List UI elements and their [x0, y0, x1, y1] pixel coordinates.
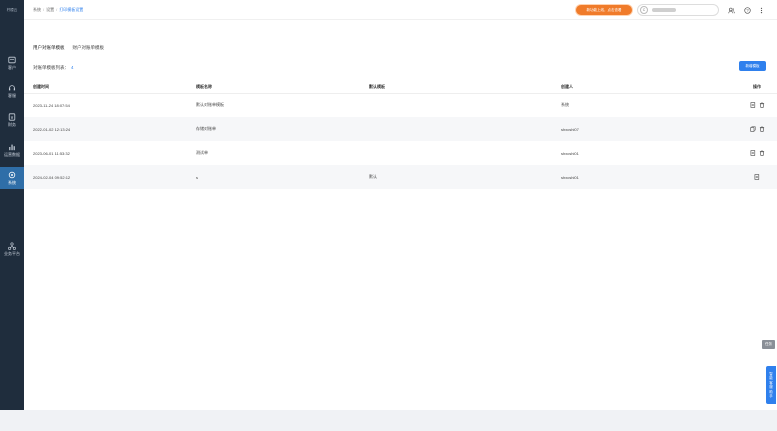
sidebar-item-label: 客服: [8, 93, 16, 98]
assistant-side-tab[interactable]: 智 能 客 服 助 手: [766, 366, 776, 404]
sidebar: 柠檬云 客户 客服 ¥ 财务 运营数据 系统 业务平台: [0, 0, 24, 410]
column-header-creator: 创建人: [561, 81, 737, 94]
column-header-created-time: 创建时间: [24, 81, 196, 94]
template-count: 对账单模板列表： 4: [33, 65, 74, 71]
sidebar-item-label: 系统: [8, 180, 16, 185]
cell-default: [369, 93, 561, 117]
app-logo[interactable]: 柠檬云: [0, 0, 24, 20]
column-header-actions: 操作: [737, 81, 777, 94]
svg-text:¥: ¥: [11, 115, 14, 120]
sidebar-item-service[interactable]: 客服: [0, 80, 24, 102]
main-panel: 系统 / 设置 / 打印模板设置 新功能上线，点击查看 C ?: [24, 0, 777, 410]
edit-icon[interactable]: [754, 174, 760, 180]
cell-default: 默认: [369, 165, 561, 189]
add-template-button[interactable]: 新增模板: [739, 61, 766, 71]
cell-template-name: 默认对账单模板: [196, 102, 224, 108]
top-bar: 系统 / 设置 / 打印模板设置 新功能上线，点击查看 C ?: [24, 0, 777, 20]
cell-created-time: 2024-02-04 09:52:12: [24, 165, 196, 189]
breadcrumb-item[interactable]: 系统: [33, 7, 41, 13]
template-tabs: 用户对账单模板 财户对账单模板: [33, 45, 112, 51]
edit-icon[interactable]: [750, 102, 756, 108]
copy-icon[interactable]: [749, 126, 756, 132]
table-row: 2024-02-04 09:52:12 s 默认 shxcshi01: [24, 165, 777, 189]
breadcrumb-separator: /: [56, 7, 58, 12]
tab-account-statement-template[interactable]: 财户对账单模板: [73, 45, 105, 51]
more-icon[interactable]: [757, 6, 765, 14]
cell-template-name: 存储对账单: [196, 117, 369, 141]
table-header-row: 创建时间 模板名称 默认模板 创建人 操作: [24, 81, 777, 94]
breadcrumb-separator: /: [43, 7, 45, 12]
customer-icon: [8, 55, 17, 64]
template-count-label: 对账单模板列表：: [33, 65, 69, 70]
account-name-redacted: [652, 8, 676, 12]
template-count-value: 4: [71, 65, 74, 70]
cell-actions: [737, 117, 777, 141]
sidebar-item-label: 财务: [8, 122, 16, 127]
sidebar-item-customer[interactable]: 客户: [0, 52, 24, 74]
column-header-default: 默认模板: [369, 81, 561, 94]
cell-default: [369, 117, 561, 141]
promo-banner-button[interactable]: 新功能上线，点击查看: [576, 5, 632, 15]
finance-icon: ¥: [8, 112, 17, 121]
cell-creator: 系统: [561, 102, 569, 108]
template-table: 创建时间 模板名称 默认模板 创建人 操作 2023-11-24 18:07:5…: [24, 81, 777, 189]
breadcrumb-current: 打印模板设置: [59, 6, 84, 12]
cell-template-name: s: [196, 165, 369, 189]
sidebar-item-business-platform[interactable]: 业务平台: [0, 238, 24, 260]
delete-icon[interactable]: [759, 102, 765, 108]
table-row: 2023-06-01 11:53:32 测试单 shxcshi01: [24, 141, 777, 165]
edit-icon[interactable]: [750, 150, 756, 156]
sidebar-item-finance[interactable]: ¥ 财务: [0, 109, 24, 131]
user-group-icon[interactable]: [727, 6, 735, 14]
cell-creator: shxcshi07: [561, 117, 737, 141]
table-row: 2022-01-02 12:13:24 存储对账单 shxcshi07: [24, 117, 777, 141]
network-icon: [8, 241, 17, 250]
sidebar-item-system[interactable]: 系统: [0, 167, 24, 189]
table-row: 2023-11-24 18:07:54 默认对账单模板 系统: [24, 93, 777, 117]
sidebar-item-ops-data[interactable]: 运营数据: [0, 139, 24, 161]
help-icon[interactable]: ?: [743, 6, 751, 14]
sidebar-item-label: 运营数据: [4, 152, 20, 157]
cell-created-time: 2023-11-24 18:07:54: [33, 102, 70, 108]
breadcrumb-item[interactable]: 设置: [46, 7, 54, 13]
sidebar-item-label: 业务平台: [4, 251, 20, 256]
cell-default: [369, 141, 561, 165]
svg-text:?: ?: [746, 8, 749, 13]
settings-icon: [8, 170, 17, 179]
account-switcher[interactable]: C: [637, 4, 719, 16]
cell-created-time: 2022-01-02 12:13:24: [24, 117, 196, 141]
cell-creator: shxcshi01: [561, 165, 737, 189]
breadcrumb: 系统 / 设置 / 打印模板设置: [33, 7, 83, 13]
chart-icon: [8, 142, 17, 151]
avatar: C: [640, 6, 648, 14]
cell-creator: shxcshi01: [561, 150, 579, 156]
delete-icon[interactable]: [759, 126, 765, 132]
sidebar-item-label: 客户: [8, 65, 16, 70]
headset-icon: [8, 83, 17, 92]
tab-user-statement-template[interactable]: 用户对账单模板: [33, 45, 65, 51]
task-float-button[interactable]: 任务: [762, 340, 775, 349]
delete-icon[interactable]: [759, 150, 765, 156]
cell-actions: [737, 165, 777, 189]
cell-actions: [737, 93, 777, 117]
cell-created-time: 2023-06-01 11:53:32: [33, 150, 70, 156]
cell-actions: [737, 141, 777, 165]
side-tab-char: 手: [769, 394, 773, 398]
column-header-template-name: 模板名称: [196, 81, 369, 94]
cell-template-name: 测试单: [196, 150, 208, 155]
